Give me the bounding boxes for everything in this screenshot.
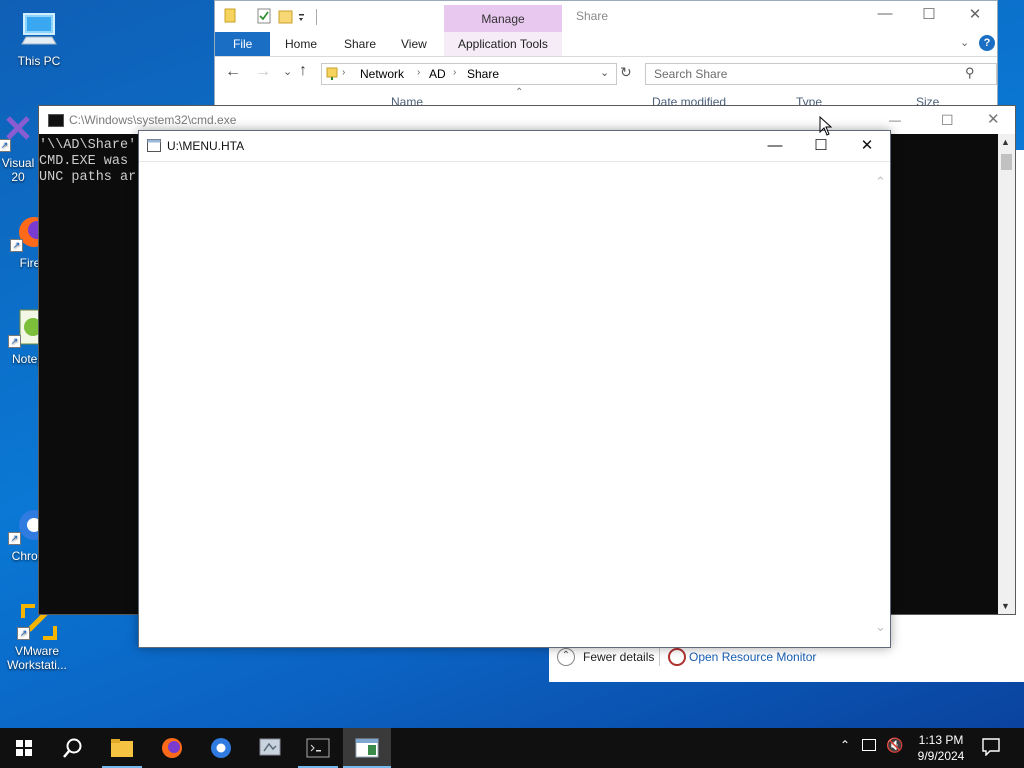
tab-share[interactable]: Share: [330, 32, 390, 56]
scroll-up-icon[interactable]: ⌃: [875, 174, 886, 190]
quick-access-toolbar: [223, 7, 323, 27]
breadcrumb-network[interactable]: Network: [360, 67, 404, 81]
ribbon-tabs: File Home Share View Application Tools ⌄…: [215, 32, 997, 57]
breadcrumb-share[interactable]: Share: [467, 67, 499, 81]
taskbar-file-explorer[interactable]: [98, 728, 146, 768]
chevron-up-icon[interactable]: ⌃: [557, 648, 575, 666]
shortcut-arrow-icon: ↗: [17, 627, 30, 640]
forward-icon[interactable]: →: [255, 63, 271, 81]
hta-title: U:\MENU.HTA: [167, 139, 245, 153]
windows-logo-icon: [16, 740, 32, 756]
help-icon[interactable]: ?: [979, 35, 995, 51]
search-icon: [63, 738, 82, 758]
minimize-button[interactable]: —: [752, 131, 798, 161]
cmd-scrollbar[interactable]: ▲ ▼: [998, 134, 1015, 614]
visual-studio-icon: ↗: [0, 112, 38, 152]
cmd-output: '\\AD\Share' CMD.EXE was UNC paths ar: [39, 138, 136, 186]
app-window-icon: [259, 738, 281, 756]
volume-muted-icon[interactable]: 🔇: [886, 737, 903, 754]
cmd-icon: [48, 114, 64, 127]
sort-indicator-icon: ⌃: [515, 87, 524, 98]
tab-home[interactable]: Home: [271, 32, 331, 56]
app-window-icon: [355, 738, 379, 758]
refresh-icon[interactable]: ↻: [620, 64, 636, 84]
address-dropdown-icon[interactable]: ⌄: [600, 66, 609, 79]
scroll-down-icon[interactable]: ▼: [1001, 601, 1010, 611]
maximize-button[interactable]: ☐: [909, 5, 949, 23]
search-icon: ⚲: [965, 65, 975, 80]
taskbar-app-icon[interactable]: [246, 728, 294, 768]
network-folder-icon: [326, 67, 338, 80]
back-icon[interactable]: ←: [225, 63, 241, 81]
up-icon[interactable]: ↑: [299, 62, 307, 80]
tab-application-tools[interactable]: Application Tools: [444, 32, 562, 56]
search-input[interactable]: Search Share: [645, 63, 997, 85]
shortcut-arrow-icon: ↗: [8, 532, 21, 545]
clock[interactable]: 1:13 PM 9/9/2024: [913, 732, 969, 764]
breadcrumb-ad[interactable]: AD: [429, 67, 446, 81]
navigation-bar: ← → ⌄ ↑ › Network › AD › Share ⌄ ↻ Searc…: [215, 61, 997, 87]
shortcut-arrow-icon: ↗: [0, 139, 11, 152]
window-title: Share: [576, 9, 609, 23]
taskbar-search-button[interactable]: [48, 728, 96, 768]
clock-date: 9/9/2024: [917, 749, 965, 763]
task-manager-edge: [1016, 150, 1024, 600]
manage-tab-label: Manage: [481, 12, 525, 26]
maximize-button[interactable]: ☐: [941, 106, 954, 134]
shortcut-arrow-icon: ↗: [8, 335, 21, 348]
scroll-thumb[interactable]: [1001, 154, 1012, 170]
minimize-button[interactable]: —: [865, 5, 905, 22]
desktop-icon-label: This PC: [17, 54, 61, 68]
chrome-icon: [211, 738, 231, 758]
taskbar-hta-active[interactable]: [343, 728, 391, 768]
clock-time: 1:13 PM: [918, 733, 964, 747]
hta-scrollbar[interactable]: ⌃ ⌄: [870, 164, 890, 641]
computer-icon: [19, 10, 59, 50]
scroll-down-icon[interactable]: ⌄: [875, 619, 886, 635]
taskbar: ⌃ 🔇 1:13 PM 9/9/2024: [0, 728, 1024, 768]
taskbar-chrome[interactable]: [197, 728, 245, 768]
close-button[interactable]: ✕: [955, 5, 995, 23]
recent-locations-icon[interactable]: ⌄: [283, 65, 292, 78]
context-tab-header: Manage: [444, 5, 562, 32]
open-resource-monitor-link[interactable]: Open Resource Monitor: [689, 650, 816, 664]
resource-monitor-icon: [668, 648, 686, 666]
hta-window[interactable]: U:\MENU.HTA — ☐ ✕ ⌃ ⌄: [138, 130, 891, 648]
shortcut-arrow-icon: ↗: [10, 239, 23, 252]
desktop-icon-this-pc[interactable]: This PC: [1, 10, 77, 68]
start-button[interactable]: [0, 728, 48, 768]
cmd-line: UNC paths ar: [39, 170, 137, 185]
close-button[interactable]: ✕: [844, 131, 890, 161]
hta-content: [139, 162, 870, 647]
close-button[interactable]: ✕: [987, 106, 1000, 134]
ribbon-expand-icon[interactable]: ⌄: [960, 36, 969, 49]
taskbar-firefox[interactable]: [148, 728, 196, 768]
cmd-line: CMD.EXE was: [39, 154, 129, 169]
tray-overflow-chevron-icon[interactable]: ⌃: [840, 738, 850, 752]
app-window-icon: [147, 139, 161, 152]
address-bar[interactable]: › Network › AD › Share ⌄: [321, 63, 617, 85]
mouse-cursor-icon: [819, 116, 833, 136]
cmd-line: '\\AD\Share': [39, 138, 137, 153]
action-center-icon[interactable]: [982, 738, 1000, 759]
folder-icon: [111, 739, 133, 757]
taskbar-cmd[interactable]: [294, 728, 342, 768]
tab-view[interactable]: View: [387, 32, 441, 56]
network-icon[interactable]: [862, 739, 876, 751]
desktop-icon-label: VMware Workstati...: [7, 644, 67, 672]
hta-title-bar[interactable]: U:\MENU.HTA — ☐ ✕: [139, 131, 890, 162]
tab-file[interactable]: File: [215, 32, 271, 56]
file-explorer-window[interactable]: Manage Share — ☐ ✕ File Home Share View …: [214, 0, 998, 110]
scroll-up-icon[interactable]: ▲: [1001, 137, 1010, 147]
cmd-icon: [306, 738, 330, 758]
firefox-icon: [162, 738, 182, 758]
fewer-details-link[interactable]: Fewer details: [583, 650, 654, 664]
